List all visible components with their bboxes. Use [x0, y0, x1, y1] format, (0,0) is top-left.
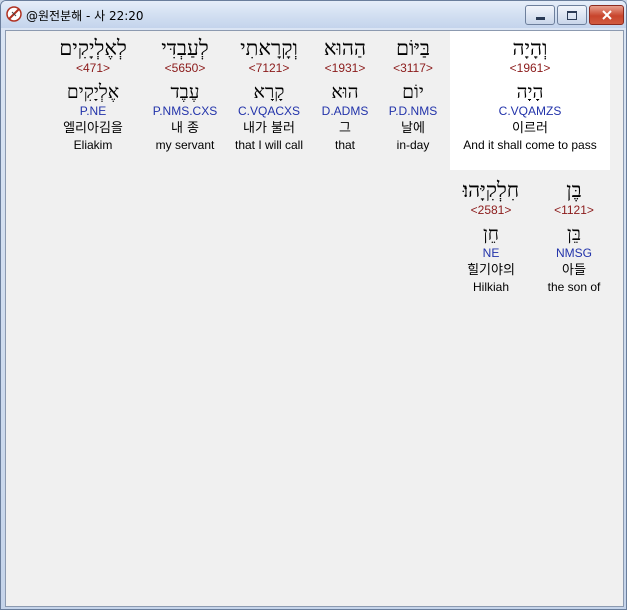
english-gloss: Eliakim — [73, 138, 113, 152]
strong-number[interactable]: <471> — [44, 61, 142, 76]
word-block[interactable]: לְאֶלְיָקִים <471> אֶלְיָקִים P.NE 엘리아김을… — [44, 35, 142, 153]
word-block[interactable]: הַהוּא <1931> הוּא D.ADMS 그 that — [310, 35, 380, 153]
korean-gloss: 그 — [339, 121, 351, 136]
lemma: הוּא — [331, 81, 359, 103]
minimize-icon — [535, 16, 545, 20]
morph-code: NMSG — [556, 246, 592, 260]
lemma: בֵּן — [567, 223, 581, 245]
strong-number[interactable]: <3117> — [378, 61, 448, 76]
lemma: יוֹם — [402, 81, 424, 103]
interlinear-panel: וְהָיָה <1961> הָיָה C.VQAMZS 이르러 And it… — [5, 30, 624, 607]
app-window: @원전분해 - 사 22:20 וְהָיָה <1961> הָיָה C.V… — [0, 0, 627, 610]
morph-code: C.VQACXS — [237, 104, 300, 118]
english-gloss: the son of — [547, 280, 601, 294]
english-gloss: Hilkiah — [472, 280, 509, 294]
hebrew-word: הַהוּא — [323, 36, 367, 60]
strong-number[interactable]: <1931> — [310, 61, 380, 76]
strong-number[interactable]: <1961> — [450, 61, 610, 76]
korean-gloss: 힐기야의 — [467, 263, 515, 278]
strong-number[interactable]: <1121> — [536, 203, 612, 218]
word-block[interactable]: וְקָרָאתִי <7121> קָרָא C.VQACXS 내가 불러 t… — [226, 35, 312, 153]
strong-number[interactable]: <7121> — [226, 61, 312, 76]
morph-code: P.NMS.CXS — [152, 104, 218, 118]
morph-code: P.D.NMS — [388, 104, 438, 118]
lemma: חֵן — [482, 223, 500, 245]
morph-code: C.VQAMZS — [498, 104, 562, 118]
title-bar[interactable]: @원전분해 - 사 22:20 — [1, 1, 626, 28]
korean-gloss: 이르러 — [512, 121, 548, 136]
english-gloss: in-day — [396, 138, 430, 152]
morph-code: NE — [482, 246, 500, 260]
hebrew-word: חִלְקִיָּהוּ׃ — [462, 178, 520, 202]
korean-gloss: 아들 — [562, 263, 586, 278]
maximize-icon — [567, 10, 577, 20]
english-gloss: And it shall come to pass — [463, 138, 597, 152]
hebrew-word: לְאֶלְיָקִים — [59, 36, 127, 60]
strong-number[interactable]: <2581> — [446, 203, 536, 218]
app-compass-icon — [6, 6, 22, 22]
maximize-button[interactable] — [557, 5, 587, 25]
korean-gloss: 내가 불러 — [243, 121, 295, 136]
close-button[interactable] — [589, 5, 624, 25]
hebrew-word: לְעַבְדִּי — [161, 36, 209, 60]
korean-gloss: 내 종 — [170, 121, 200, 136]
morph-code: P.NE — [79, 104, 107, 118]
hebrew-word: וְהָיָה — [512, 36, 548, 60]
word-block[interactable]: לְעַבְדִּי <5650> עֶבֶד P.NMS.CXS 내 종 my… — [144, 35, 226, 153]
english-gloss: that — [334, 138, 355, 152]
lemma: קָרָא — [253, 81, 285, 103]
lemma: הָיָה — [516, 81, 544, 103]
lemma: אֶלְיָקִים — [66, 81, 120, 103]
hebrew-word: בַּיּוֹם — [395, 36, 431, 60]
korean-gloss: 엘리아김을 — [63, 121, 123, 136]
word-block[interactable]: וְהָיָה <1961> הָיָה C.VQAMZS 이르러 And it… — [450, 35, 610, 153]
morph-code: D.ADMS — [321, 104, 369, 118]
window-title: @원전분해 - 사 22:20 — [26, 9, 144, 23]
word-block[interactable]: בֶּן <1121> בֵּן NMSG 아들 the son of — [536, 177, 612, 295]
word-block[interactable]: בַּיּוֹם <3117> יוֹם P.D.NMS 날에 in-day — [378, 35, 448, 153]
close-icon — [601, 10, 612, 20]
minimize-button[interactable] — [525, 5, 555, 25]
english-gloss: that I will call — [234, 138, 304, 152]
english-gloss: my servant — [155, 138, 215, 152]
hebrew-word: וְקָרָאתִי — [240, 36, 298, 60]
strong-number[interactable]: <5650> — [144, 61, 226, 76]
korean-gloss: 날에 — [401, 121, 425, 136]
hebrew-word: בֶּן — [566, 178, 582, 202]
word-block[interactable]: חִלְקִיָּהוּ׃ <2581> חֵן NE 힐기야의 Hilkiah — [446, 177, 536, 295]
lemma: עֶבֶד — [170, 81, 200, 103]
